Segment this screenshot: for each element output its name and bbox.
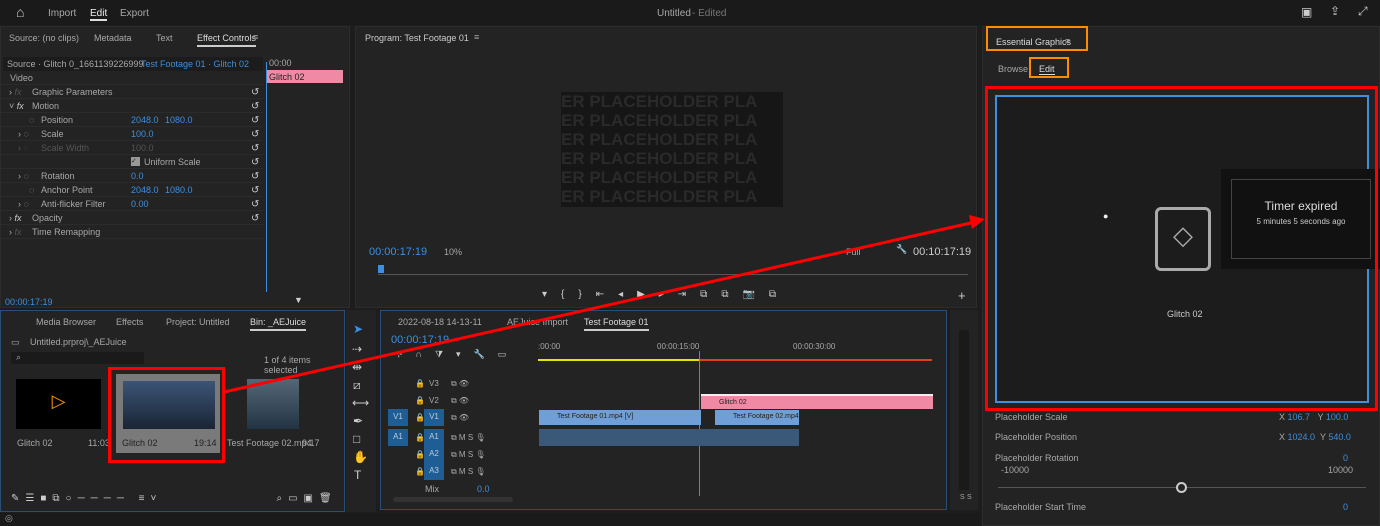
annotation-arrow (223, 215, 985, 394)
